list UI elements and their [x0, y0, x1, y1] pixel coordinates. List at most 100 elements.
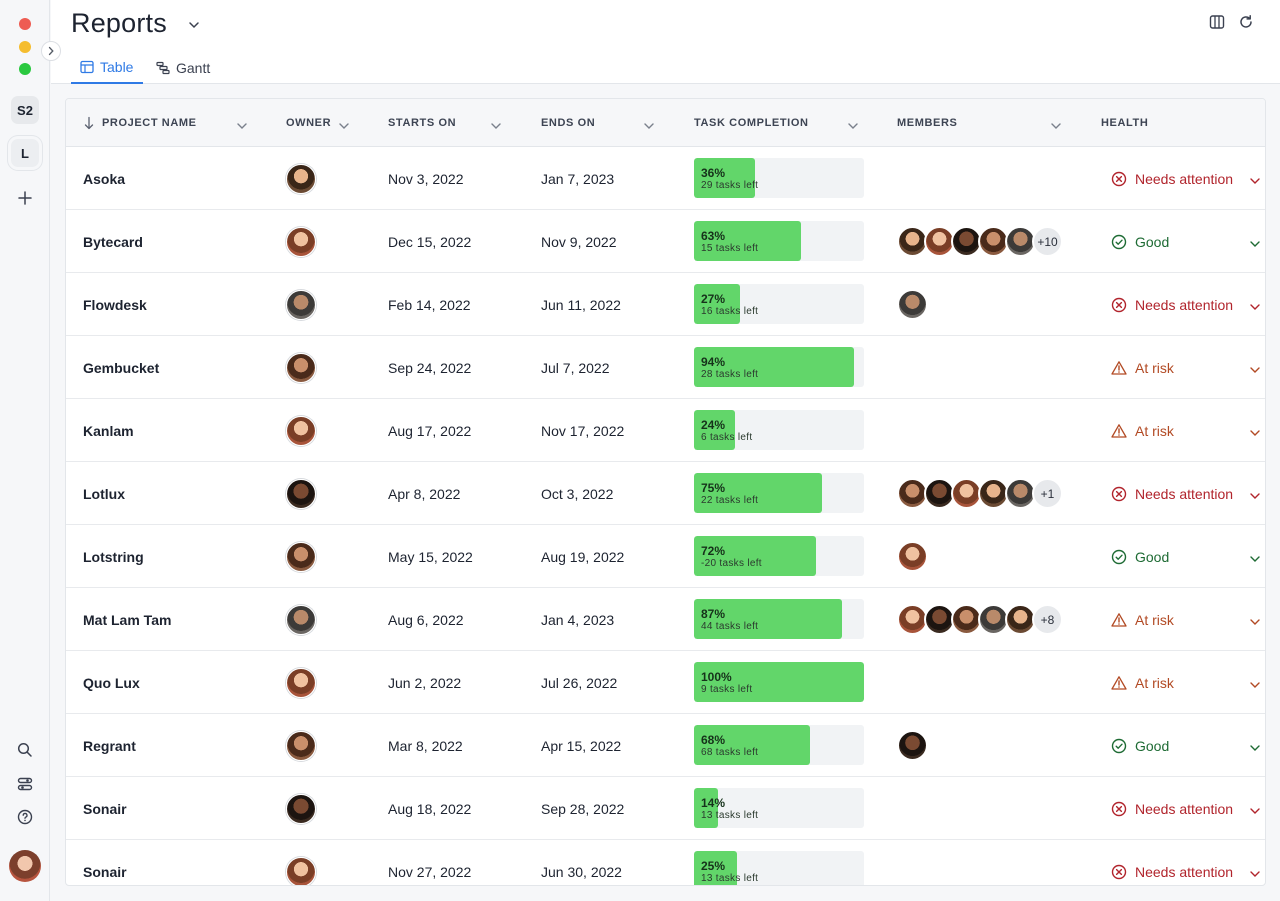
health-status[interactable]: Needs attention — [1111, 777, 1233, 840]
table-row[interactable]: Regrant Mar 8, 2022 Apr 15, 2022 68% 68 task… — [66, 714, 1265, 777]
tab-table[interactable]: Table — [71, 52, 143, 84]
starts-on: May 15, 2022 — [388, 548, 473, 565]
column-header-ends-on[interactable]: ENDS ON — [541, 99, 595, 147]
workspace-button-s2[interactable]: S2 — [11, 96, 39, 124]
starts-on: Sep 24, 2022 — [388, 359, 472, 376]
table-row[interactable]: Sonair Aug 18, 2022 Sep 28, 2022 14% 13 task… — [66, 777, 1265, 840]
chevron-down-icon[interactable] — [1050, 117, 1062, 135]
completion-percent: 68% — [701, 733, 726, 747]
table-row[interactable]: Quo Lux Jun 2, 2022 Jul 26, 2022 100% 9 task… — [66, 651, 1265, 714]
completion-percent: 75% — [701, 481, 726, 495]
table-row[interactable]: Mat Lam Tam Aug 6, 2022 Jan 4, 2023 87% 44 t… — [66, 588, 1265, 651]
task-completion-bar: 63% 15 tasks left — [694, 221, 864, 261]
chevron-down-icon[interactable] — [1249, 613, 1261, 631]
table-row[interactable]: Bytecard Dec 15, 2022 Nov 9, 2022 63% 15 tas… — [66, 210, 1265, 273]
column-header-starts-on[interactable]: STARTS ON — [388, 99, 456, 147]
more-members-badge[interactable]: +1 — [1032, 478, 1063, 509]
refresh-icon[interactable] — [1238, 14, 1256, 32]
chevron-down-icon[interactable] — [1249, 172, 1261, 190]
add-workspace-icon[interactable] — [15, 188, 35, 208]
task-completion-bar: 94% 28 tasks left — [694, 347, 864, 387]
chevron-down-icon[interactable] — [1249, 298, 1261, 316]
chevron-down-icon[interactable] — [1249, 802, 1261, 820]
health-status[interactable]: Needs attention — [1111, 462, 1233, 525]
project-name: Kanlam — [83, 422, 134, 439]
owner-avatar[interactable] — [286, 541, 316, 572]
columns-icon[interactable] — [1209, 14, 1227, 32]
owner-avatar[interactable] — [286, 352, 316, 383]
table-row[interactable]: Flowdesk Feb 14, 2022 Jun 11, 2022 27% 16 ta… — [66, 273, 1265, 336]
table-row[interactable]: Kanlam Aug 17, 2022 Nov 17, 2022 24% 6 tasks… — [66, 399, 1265, 462]
table-row[interactable]: Asoka Nov 3, 2022 Jan 7, 2023 36% 29 tasks l… — [66, 147, 1265, 210]
owner-avatar[interactable] — [286, 793, 316, 824]
chevron-down-icon[interactable] — [847, 117, 859, 135]
column-header-task-completion[interactable]: TASK COMPLETION — [694, 99, 809, 147]
owner-cell — [286, 840, 316, 885]
health-status[interactable]: Needs attention — [1111, 840, 1233, 885]
chevron-down-icon[interactable] — [643, 117, 655, 135]
members-stack: +10 — [897, 226, 1063, 258]
member-avatar[interactable] — [897, 289, 928, 320]
project-name: Sonair — [83, 863, 127, 880]
workspace-button-l[interactable]: L — [11, 139, 39, 167]
column-header-health[interactable]: HEALTH — [1101, 99, 1148, 147]
chevron-down-icon[interactable] — [188, 16, 200, 34]
sidebar-expand-button[interactable] — [41, 41, 61, 61]
help-icon[interactable] — [15, 807, 35, 827]
health-status[interactable]: Needs attention — [1111, 273, 1233, 336]
table-row[interactable]: Lotstring May 15, 2022 Aug 19, 2022 72% -20 … — [66, 525, 1265, 588]
ends-on: Nov 17, 2022 — [541, 422, 625, 439]
owner-avatar[interactable] — [286, 604, 316, 635]
column-header-members[interactable]: MEMBERS — [897, 99, 957, 147]
owner-avatar[interactable] — [286, 667, 316, 698]
owner-avatar[interactable] — [286, 856, 316, 885]
health-status[interactable]: At risk — [1111, 399, 1174, 462]
user-avatar[interactable] — [9, 850, 41, 882]
chevron-down-icon[interactable] — [490, 117, 502, 135]
chevron-down-icon[interactable] — [1249, 361, 1261, 379]
health-status[interactable]: At risk — [1111, 336, 1174, 399]
search-icon[interactable] — [15, 740, 35, 760]
owner-avatar[interactable] — [286, 289, 316, 320]
chevron-down-icon[interactable] — [1249, 865, 1261, 883]
health-status[interactable]: Good — [1111, 210, 1169, 273]
sort-arrow-down-icon[interactable] — [84, 116, 94, 135]
chevron-down-icon[interactable] — [1249, 487, 1261, 505]
health-status[interactable]: Good — [1111, 714, 1169, 777]
column-header-owner[interactable]: OWNER — [286, 99, 331, 147]
owner-cell — [286, 651, 316, 714]
table-row[interactable]: Gembucket Sep 24, 2022 Jul 7, 2022 94% 28 ta… — [66, 336, 1265, 399]
window-close-button[interactable] — [19, 18, 31, 30]
starts-on: Jun 2, 2022 — [388, 674, 462, 691]
more-members-badge[interactable]: +10 — [1032, 226, 1063, 257]
health-status[interactable]: At risk — [1111, 588, 1174, 651]
chevron-down-icon[interactable] — [1249, 739, 1261, 757]
window-minimize-button[interactable] — [19, 41, 31, 53]
chevron-down-icon[interactable] — [236, 117, 248, 135]
window-zoom-button[interactable] — [19, 63, 31, 75]
owner-avatar[interactable] — [286, 163, 316, 194]
completion-percent: 87% — [701, 607, 726, 621]
health-status[interactable]: Good — [1111, 525, 1169, 588]
table-row[interactable]: Sonair Nov 27, 2022 Jun 30, 2022 25% 13 task… — [66, 840, 1265, 885]
chevron-down-icon[interactable] — [1249, 550, 1261, 568]
chevron-down-icon[interactable] — [1249, 424, 1261, 442]
member-avatar[interactable] — [897, 541, 928, 572]
chevron-down-icon[interactable] — [1249, 235, 1261, 253]
chevron-down-icon[interactable] — [338, 117, 350, 135]
completion-percent: 36% — [701, 166, 726, 180]
chevron-down-icon[interactable] — [1249, 676, 1261, 694]
more-members-badge[interactable]: +8 — [1032, 604, 1063, 635]
health-status[interactable]: At risk — [1111, 651, 1174, 714]
owner-avatar[interactable] — [286, 226, 316, 257]
health-status[interactable]: Needs attention — [1111, 147, 1233, 210]
tab-gantt[interactable]: Gantt — [156, 52, 210, 84]
app-rail: S2 L — [0, 0, 50, 901]
column-header-project-name[interactable]: PROJECT NAME — [102, 99, 197, 147]
owner-avatar[interactable] — [286, 478, 316, 509]
settings-toggles-icon[interactable] — [15, 774, 35, 794]
owner-avatar[interactable] — [286, 415, 316, 446]
member-avatar[interactable] — [897, 730, 928, 761]
table-row[interactable]: Lotlux Apr 8, 2022 Oct 3, 2022 75% 22 tasks … — [66, 462, 1265, 525]
owner-avatar[interactable] — [286, 730, 316, 761]
